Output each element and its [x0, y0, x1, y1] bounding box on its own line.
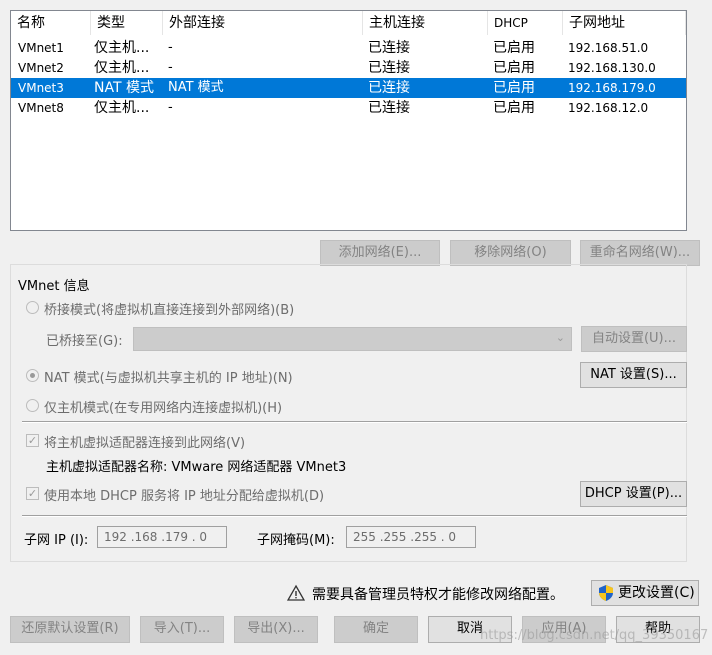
cell-external: -: [168, 100, 173, 115]
remove-network-button[interactable]: 移除网络(O): [450, 240, 571, 266]
nat-settings-button[interactable]: NAT 设置(S)...: [580, 362, 687, 388]
change-settings-button[interactable]: 更改设置(C): [591, 580, 699, 606]
network-row-selected[interactable]: VMnet3 NAT 模式 NAT 模式 已连接 已启用 192.168.179…: [11, 78, 686, 98]
bridged-to-select[interactable]: ⌄: [133, 327, 572, 351]
dhcp-settings-button[interactable]: DHCP 设置(P)...: [580, 481, 687, 507]
nat-mode-radio[interactable]: [26, 369, 39, 382]
column-header-name[interactable]: 名称: [11, 11, 91, 35]
chevron-down-icon: ⌄: [555, 331, 565, 344]
use-dhcp-label: 使用本地 DHCP 服务将 IP 地址分配给虚拟机(D): [44, 489, 325, 504]
cell-type: 仅主机...: [94, 100, 150, 116]
cell-name: VMnet2: [18, 61, 64, 75]
cell-subnet: 192.168.12.0: [568, 101, 649, 115]
network-row[interactable]: VMnet8 仅主机... - 已连接 已启用 192.168.12.0: [11, 98, 686, 118]
cell-name: VMnet3: [18, 81, 64, 95]
cell-type: 仅主机...: [94, 60, 150, 76]
auto-settings-button[interactable]: 自动设置(U)...: [581, 326, 687, 352]
subnet-ip-label: 子网 IP (I):: [24, 533, 89, 548]
cell-external: NAT 模式: [168, 80, 224, 95]
column-header-host[interactable]: 主机连接: [363, 11, 488, 35]
use-dhcp-checkbox[interactable]: ✓: [26, 487, 39, 500]
watermark: https://blog.csdn.net/qq_39350167: [480, 628, 709, 643]
cell-type: NAT 模式: [94, 80, 154, 96]
connect-adapter-label: 将主机虚拟适配器连接到此网络(V): [44, 436, 246, 451]
cell-host: 已连接: [368, 100, 410, 116]
connect-adapter-checkbox[interactable]: ✓: [26, 434, 39, 447]
cell-subnet: 192.168.179.0: [568, 81, 656, 95]
cell-host: 已连接: [368, 60, 410, 76]
ok-button[interactable]: 确定: [334, 616, 418, 643]
divider: [22, 515, 687, 517]
cell-dhcp: 已启用: [493, 80, 535, 96]
export-button[interactable]: 导出(X)...: [234, 616, 318, 643]
column-header-subnet[interactable]: 子网地址: [563, 11, 686, 35]
column-header-dhcp[interactable]: DHCP: [488, 11, 563, 35]
bridged-to-label: 已桥接至(G):: [46, 334, 123, 349]
adapter-name-text: 主机虚拟适配器名称: VMware 网络适配器 VMnet3: [46, 460, 347, 475]
column-header-type[interactable]: 类型: [91, 11, 163, 35]
uac-shield-icon: [597, 584, 615, 602]
bridge-mode-label: 桥接模式(将虚拟机直接连接到外部网络)(B): [44, 303, 295, 318]
cell-name: VMnet1: [18, 41, 64, 55]
rename-network-button[interactable]: 重命名网络(W)...: [580, 240, 700, 266]
network-row[interactable]: VMnet1 仅主机... - 已连接 已启用 192.168.51.0: [11, 38, 686, 58]
warning-icon: [286, 584, 306, 602]
subnet-mask-label: 子网掩码(M):: [257, 533, 335, 548]
cell-host: 已连接: [368, 40, 410, 56]
add-network-button[interactable]: 添加网络(E)...: [320, 240, 440, 266]
cell-subnet: 192.168.130.0: [568, 61, 656, 75]
cell-external: -: [168, 40, 173, 55]
subnet-ip-field[interactable]: 192 .168 .179 . 0: [97, 526, 227, 548]
cell-host: 已连接: [368, 80, 410, 96]
column-header-external[interactable]: 外部连接: [163, 11, 363, 35]
import-button[interactable]: 导入(T)...: [140, 616, 224, 643]
cell-dhcp: 已启用: [493, 60, 535, 76]
cell-dhcp: 已启用: [493, 100, 535, 116]
restore-defaults-button[interactable]: 还原默认设置(R): [10, 616, 130, 643]
host-only-label: 仅主机模式(在专用网络内连接虚拟机)(H): [44, 401, 283, 416]
cell-external: -: [168, 60, 173, 75]
cell-subnet: 192.168.51.0: [568, 41, 649, 55]
divider: [22, 421, 687, 423]
change-settings-label: 更改设置(C): [618, 585, 695, 601]
vmnet-info-title: VMnet 信息: [18, 279, 90, 294]
cell-name: VMnet8: [18, 101, 64, 115]
cell-type: 仅主机...: [94, 40, 150, 56]
bridge-mode-radio[interactable]: [26, 301, 39, 314]
subnet-mask-field[interactable]: 255 .255 .255 . 0: [346, 526, 476, 548]
network-list[interactable]: 名称 类型 外部连接 主机连接 DHCP 子网地址 VMnet1 仅主机... …: [10, 10, 687, 231]
nat-mode-label: NAT 模式(与虚拟机共享主机的 IP 地址)(N): [44, 371, 293, 386]
network-row[interactable]: VMnet2 仅主机... - 已连接 已启用 192.168.130.0: [11, 58, 686, 78]
cell-dhcp: 已启用: [493, 40, 535, 56]
host-only-radio[interactable]: [26, 399, 39, 412]
admin-notice: 需要具备管理员特权才能修改网络配置。: [312, 587, 564, 603]
